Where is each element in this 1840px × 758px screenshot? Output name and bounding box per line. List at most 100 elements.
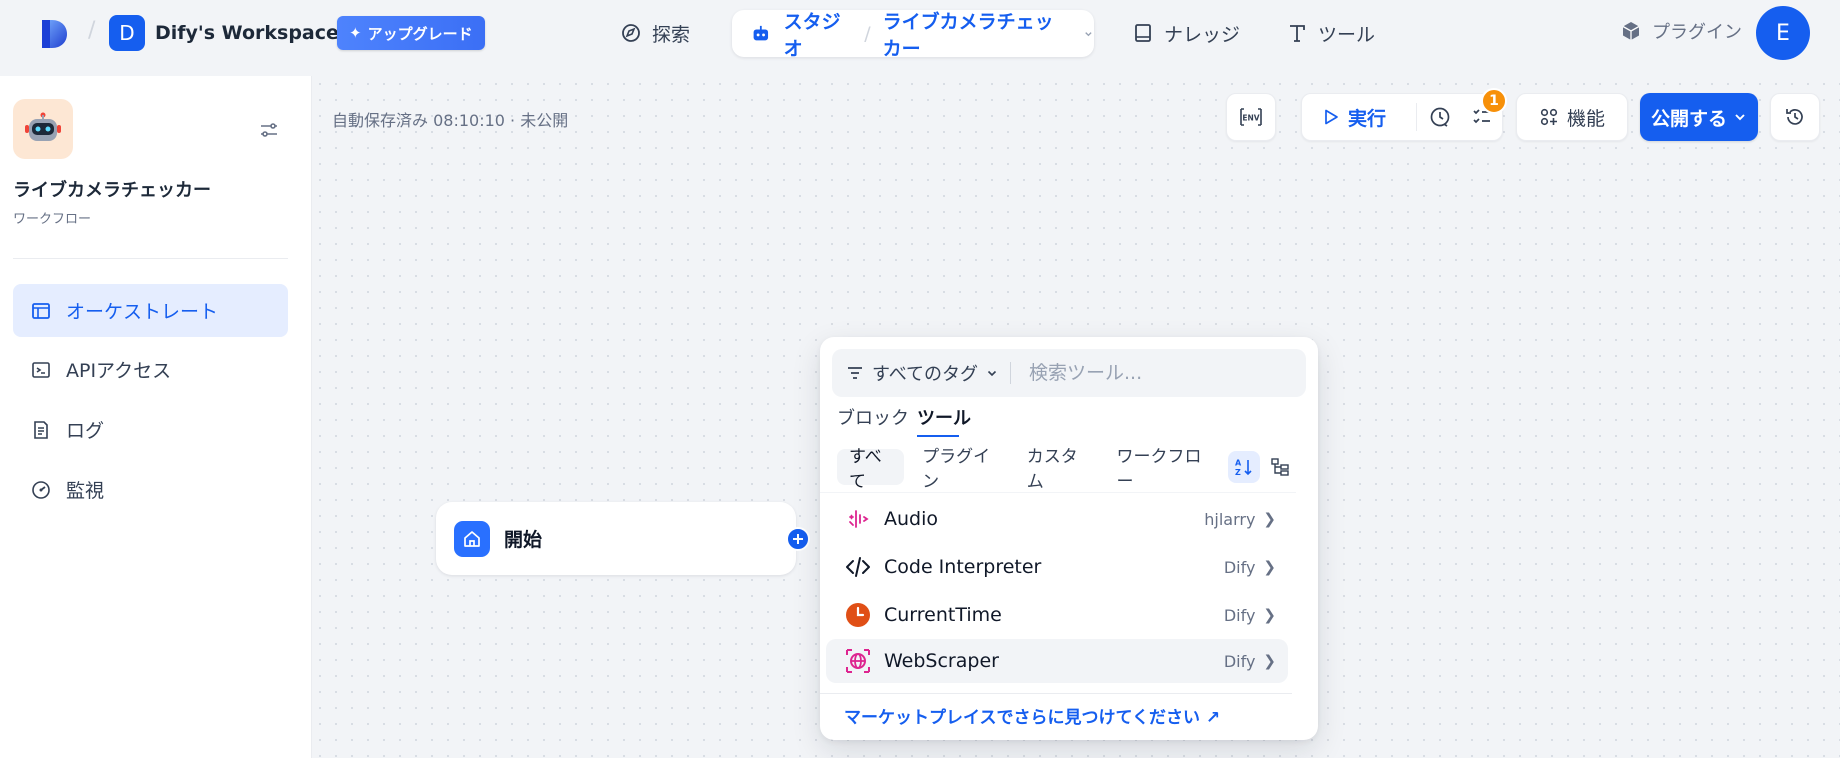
tool-item-code-interpreter[interactable]: Code Interpreter Dify ❯	[826, 545, 1288, 589]
sidebar-item-api[interactable]: APIアクセス	[13, 343, 288, 396]
sparkle-icon: ✦	[349, 24, 362, 42]
start-node-label: 開始	[504, 529, 543, 551]
dify-logo-icon[interactable]	[38, 18, 70, 50]
env-icon: ENV	[1240, 108, 1262, 126]
workspace-name: Dify's Workspace	[155, 22, 339, 44]
log-icon	[34, 420, 48, 439]
nav-explore[interactable]: 探索	[620, 10, 690, 56]
publish-button[interactable]: 公開する	[1640, 93, 1758, 141]
home-icon	[454, 520, 490, 557]
app-title: ライブカメラチェッカー	[13, 180, 211, 201]
separator: /	[88, 18, 96, 43]
filter-plugins[interactable]: プラグイン	[910, 447, 1009, 492]
filter-icon	[848, 367, 862, 379]
tool-item-currenttime[interactable]: CurrentTime Dify ❯	[826, 593, 1288, 637]
version-history-button[interactable]	[1770, 93, 1820, 141]
sidebar-item-label: APIアクセス	[66, 360, 172, 382]
nav-studio[interactable]: スタジオ / ライブカメラチェッカー	[732, 10, 1094, 60]
autosave-status: 自動保存済み 08:10:10 · 未公開	[332, 111, 569, 130]
cube-icon	[1622, 22, 1640, 40]
tool-author: Dify	[1223, 605, 1256, 625]
gauge-icon	[32, 480, 50, 499]
add-node-button[interactable]	[786, 527, 810, 551]
svg-text:A: A	[1235, 458, 1242, 467]
tool-name: Code Interpreter	[884, 556, 1042, 578]
terminal-icon	[32, 361, 50, 378]
filter-all[interactable]: すべて	[837, 447, 905, 492]
chevron-down-icon[interactable]	[1083, 28, 1094, 40]
filter-workflow[interactable]: ワークフロー	[1104, 447, 1218, 492]
tool-name: CurrentTime	[884, 604, 1002, 626]
search-bar: すべてのタグ	[832, 349, 1306, 397]
chevron-right-icon: ❯	[1263, 652, 1276, 670]
robot-icon	[753, 25, 769, 40]
upgrade-button[interactable]: ✦ アップグレード	[337, 16, 485, 50]
sidebar-item-orchestrate[interactable]: オーケストレート	[13, 284, 288, 337]
tool-author: Dify	[1223, 651, 1256, 671]
tag-filter-dropdown[interactable]: すべてのタグ	[832, 360, 1010, 386]
sidebar-item-label: 監視	[66, 480, 105, 502]
sidebar-item-logs[interactable]: ログ	[13, 403, 288, 456]
plus-icon	[793, 534, 803, 544]
play-icon	[1325, 109, 1338, 125]
run-button[interactable]: 実行	[1302, 104, 1408, 131]
nav-app-name[interactable]: ライブカメラチェッカー	[883, 7, 1072, 61]
app-type: ワークフロー	[13, 212, 92, 227]
sidebar-item-monitoring[interactable]: 監視	[13, 463, 288, 516]
tab-tools[interactable]: ツール	[917, 404, 971, 430]
svg-text:Z: Z	[1235, 468, 1241, 477]
tool-name: WebScraper	[884, 650, 999, 672]
chevron-down-icon	[987, 370, 997, 377]
app-sidebar: ライブカメラチェッカー ワークフロー オーケストレート APIアクセス ログ 監…	[0, 76, 312, 758]
sidebar-item-label: ログ	[66, 420, 105, 442]
tool-name: Audio	[884, 508, 939, 530]
sidebar-item-label: オーケストレート	[66, 301, 219, 323]
filter-custom[interactable]: カスタム	[1015, 447, 1099, 492]
tool-item-audio[interactable]: Audio hjlarry ❯	[826, 497, 1288, 541]
chevron-right-icon: ❯	[1263, 606, 1276, 624]
tag-filter-label: すべてのタグ	[872, 364, 979, 385]
nav-tools[interactable]: ツール	[1286, 10, 1375, 56]
run-toolbar: 実行	[1301, 93, 1503, 141]
history-icon	[1786, 109, 1803, 125]
features-button[interactable]: 機能	[1516, 93, 1628, 141]
divider	[1416, 103, 1417, 131]
web-scraper-icon	[844, 647, 872, 675]
top-bar: / D Dify's Workspace ✦ アップグレード 探索 スタジオ /…	[0, 0, 1840, 66]
nav-knowledge[interactable]: ナレッジ	[1132, 10, 1240, 56]
settings-sliders-icon[interactable]	[258, 119, 280, 141]
env-label: ENV	[1242, 114, 1259, 123]
nav-plugins[interactable]: プラグイン	[1620, 18, 1742, 44]
block-tool-picker: すべてのタグ ブロック ツール すべて プラグイン カスタム ワークフロー AZ…	[820, 337, 1318, 740]
avatar[interactable]: E	[1756, 6, 1810, 60]
tab-blocks[interactable]: ブロック	[837, 404, 909, 430]
search-input[interactable]	[1011, 362, 1281, 384]
divider	[13, 258, 288, 259]
nav-plugins-label: プラグイン	[1652, 22, 1742, 43]
nav-tools-label: ツール	[1318, 23, 1376, 46]
nav-explore-label: 探索	[652, 23, 691, 46]
tool-author: hjlarry	[1204, 509, 1256, 529]
book-icon	[1135, 24, 1151, 42]
audio-icon	[844, 505, 872, 533]
robot-app-icon	[13, 99, 73, 159]
layout-icon	[32, 302, 50, 319]
features-label: 機能	[1566, 107, 1605, 130]
tool-item-webscraper[interactable]: WebScraper Dify ❯	[826, 639, 1288, 683]
tree-view-icon[interactable]	[1264, 451, 1296, 483]
workspace-switcher[interactable]: D Dify's Workspace	[109, 15, 363, 51]
checklist-badge: 1	[1481, 88, 1507, 114]
env-button[interactable]: ENV	[1226, 93, 1276, 141]
view-toggle: AZ	[1228, 450, 1296, 483]
tool-filter-bar: すべて プラグイン カスタム ワークフロー AZ	[820, 441, 1296, 493]
clock-icon	[844, 601, 872, 629]
code-icon	[844, 553, 872, 581]
workspace-badge: D	[109, 15, 145, 51]
publish-label: 公開する	[1650, 107, 1727, 130]
marketplace-link[interactable]: マーケットプレイスでさらに見つけてください ↗	[820, 693, 1292, 737]
start-node[interactable]: 開始	[436, 502, 796, 575]
sort-az-icon[interactable]: AZ	[1228, 450, 1261, 483]
compass-icon	[622, 24, 640, 42]
run-history-icon[interactable]	[1425, 105, 1455, 129]
separator: /	[864, 22, 871, 45]
